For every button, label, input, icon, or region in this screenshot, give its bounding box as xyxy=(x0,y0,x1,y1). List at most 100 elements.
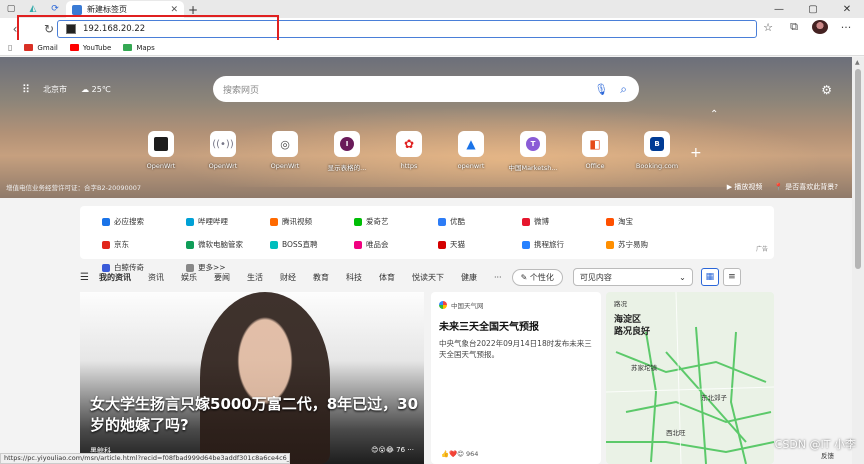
quick-links-grid: 必应搜索 哔哩哔哩 腾讯视频 爱奇艺 优酷 微博 淘宝京东 微软电脑管家 BOSS直聘 唯品会 天猫… xyxy=(80,206,774,273)
tab-entertainment[interactable]: 娱乐 xyxy=(181,272,197,283)
tab-finance[interactable]: 财经 xyxy=(280,272,296,283)
apps-grid-icon[interactable]: ⠿ xyxy=(22,83,30,96)
list-view-button[interactable]: ≡ xyxy=(722,268,741,286)
personalize-label: 个性化 xyxy=(529,272,554,282)
letter-t-icon: T xyxy=(526,137,540,151)
quick-link[interactable]: 京东 xyxy=(102,239,186,250)
booking-icon: B xyxy=(650,137,664,151)
weather[interactable]: ☁ 25℃ xyxy=(81,85,111,94)
add-shortcut-icon[interactable]: + xyxy=(690,145,702,161)
quick-link[interactable]: 微博 xyxy=(522,216,606,227)
tile[interactable]: ◎ OpenWrt xyxy=(264,131,306,172)
content-visibility-dropdown[interactable]: 可见内容 ⌄ xyxy=(572,268,693,286)
article-image xyxy=(200,292,330,464)
article-reactions[interactable]: 👍❤️😊 964 xyxy=(441,450,478,458)
news-card-featured[interactable]: 女大学生扬言只嫁5000万富二代，8年已过，30岁的她嫁了吗? 黑鲸科 😊😮😂 … xyxy=(80,292,424,464)
microphone-icon[interactable]: 🎙 xyxy=(594,83,608,96)
feedback-button[interactable]: 反馈 xyxy=(821,450,834,460)
quick-link[interactable]: 天猫 xyxy=(438,239,522,250)
quick-link[interactable]: BOSS直聘 xyxy=(270,239,354,250)
tile[interactable]: OpenWrt xyxy=(140,131,182,172)
tile-label: OpenWrt xyxy=(270,162,300,170)
icp-license[interactable]: 增值电信业务经营许可证：合字B2-20090007 xyxy=(6,182,141,192)
menu-icon[interactable]: ··· xyxy=(838,21,854,34)
maximize-button[interactable]: ▢ xyxy=(796,0,830,18)
toolbar-right: ☆ ⧉ ··· xyxy=(760,20,854,34)
article-title[interactable]: 女大学生扬言只嫁5000万富二代，8年已过，30岁的她嫁了吗? xyxy=(90,394,420,436)
quick-link-icon xyxy=(438,240,446,249)
map-place-label: 苏家坨镇 xyxy=(631,364,657,372)
quick-link[interactable]: 微软电脑管家 xyxy=(186,239,270,250)
quick-link[interactable]: 携程旅行 xyxy=(522,239,606,250)
bookmark-label: Gmail xyxy=(37,43,58,52)
quick-link[interactable]: 优酷 xyxy=(438,216,522,227)
quick-link-label: 唯品会 xyxy=(366,240,389,249)
page-scrollbar[interactable]: ▲ xyxy=(852,57,864,464)
tile[interactable]: I 显示表格的... xyxy=(326,131,368,172)
collections-icon[interactable]: ⧉ xyxy=(786,20,802,34)
quick-link[interactable]: 淘宝 xyxy=(606,216,690,227)
quick-link[interactable]: 哔哩哔哩 xyxy=(186,216,270,227)
quick-link[interactable]: 必应搜索 xyxy=(102,216,186,227)
cloud-icon: ☁ xyxy=(81,85,90,94)
bookmark-maps[interactable]: Maps xyxy=(123,44,155,52)
bookmark-youtube[interactable]: YouTube xyxy=(69,44,111,52)
minimize-button[interactable]: — xyxy=(762,0,796,18)
tab-headlines[interactable]: 要闻 xyxy=(214,272,230,283)
quick-link[interactable]: 苏宁易购 xyxy=(606,239,690,250)
tab-life[interactable]: 生活 xyxy=(247,272,263,283)
chevron-down-icon: ⌄ xyxy=(679,272,686,282)
quick-link-icon xyxy=(606,240,614,249)
search-box[interactable]: 搜索网页 🎙 ⌕ xyxy=(213,76,639,102)
traffic-map-card[interactable]: 路况 海淀区 路况良好 东北郊子 苏家坨镇 西北旺 xyxy=(606,292,774,464)
personalize-button[interactable]: ✎ 个性化 xyxy=(511,268,563,286)
like-background-button[interactable]: 📍 是否喜欢此背景? xyxy=(774,182,838,192)
search-icon[interactable]: ⌕ xyxy=(620,82,627,97)
tile[interactable]: ◧ Office xyxy=(574,131,616,172)
article-title[interactable]: 未来三天全国天气预报 xyxy=(439,318,593,333)
tab-sports[interactable]: 体育 xyxy=(379,272,395,283)
quick-link-label: 京东 xyxy=(114,240,129,249)
news-card-weather[interactable]: 中国天气网 未来三天全国天气预报 中央气象台2022年09月14日18时发布未来… xyxy=(431,292,601,464)
close-tab-icon[interactable]: ✕ xyxy=(170,5,178,15)
quick-link[interactable]: 唯品会 xyxy=(354,239,438,250)
article-reactions[interactable]: 😊😮😂 76 ··· xyxy=(371,446,414,456)
bookmarks-folder-icon[interactable]: ▯ xyxy=(8,43,12,52)
close-window-button[interactable]: ✕ xyxy=(830,0,864,18)
search-input[interactable]: 搜索网页 xyxy=(223,83,594,96)
like-background-label: 是否喜欢此背景? xyxy=(785,183,838,191)
play-video-button[interactable]: ▶ 播放视频 xyxy=(727,182,763,192)
scroll-up-icon[interactable]: ▲ xyxy=(855,59,860,66)
quick-link[interactable]: 爱奇艺 xyxy=(354,216,438,227)
tile[interactable]: B Booking.com xyxy=(636,131,678,172)
profile-avatar[interactable] xyxy=(812,20,828,34)
quick-link-label: 淘宝 xyxy=(618,217,633,226)
tile[interactable]: T 中国Marketsh... xyxy=(508,131,558,172)
favorites-icon[interactable]: ☆ xyxy=(760,21,776,34)
tile-label: openwrt xyxy=(457,162,485,170)
tile[interactable]: ✿ https xyxy=(388,131,430,172)
tile[interactable]: ▲ openwrt xyxy=(450,131,492,172)
bookmark-gmail[interactable]: Gmail xyxy=(24,43,58,52)
chevron-up-icon[interactable]: ⌃ xyxy=(710,109,718,120)
tab-reading[interactable]: 悦读天下 xyxy=(412,272,444,283)
city-label[interactable]: 北京市 xyxy=(43,84,67,95)
quick-link-label: 哔哩哔哩 xyxy=(198,217,228,226)
tile[interactable]: ((•)) OpenWrt xyxy=(202,131,244,172)
tile-icon xyxy=(148,131,174,157)
more-tabs-button[interactable]: ··· xyxy=(494,273,502,282)
tab-news[interactable]: 资讯 xyxy=(148,272,164,283)
menu-icon[interactable]: ☰ xyxy=(80,272,89,283)
tab-tech[interactable]: 科技 xyxy=(346,272,362,283)
tab-my-news[interactable]: 我的资讯 xyxy=(99,272,131,283)
gear-icon[interactable]: ⚙ xyxy=(821,83,832,97)
tile-icon: ◧ xyxy=(582,131,608,157)
quick-link-icon xyxy=(354,240,362,249)
tab-education[interactable]: 教育 xyxy=(313,272,329,283)
tile-icon: T xyxy=(520,131,546,157)
grid-view-button[interactable]: ▦ xyxy=(700,268,719,286)
quick-link[interactable]: 腾讯视频 xyxy=(270,216,354,227)
youtube-icon xyxy=(69,44,79,51)
tab-health[interactable]: 健康 xyxy=(461,272,477,283)
scrollbar-thumb[interactable] xyxy=(855,69,861,269)
